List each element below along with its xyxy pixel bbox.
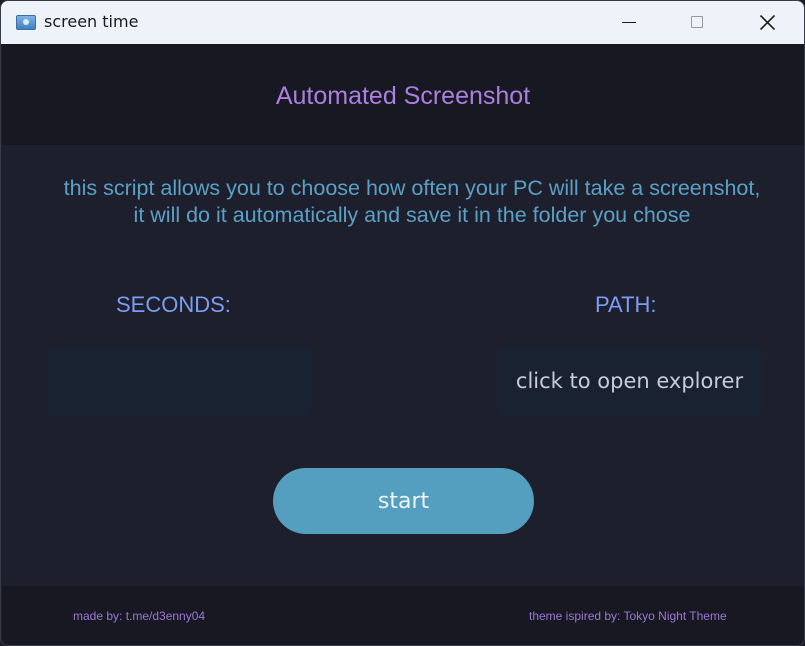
app-window-icon [16,15,36,30]
main-panel: this script allows you to choose how oft… [2,145,804,586]
seconds-input[interactable] [47,346,311,416]
author-credit: made by: t.me/d3enny04 [73,609,206,623]
page-title: Automated Screenshot [275,82,531,110]
close-button[interactable] [733,1,801,44]
footer: made by: t.me/d3enny04 theme ispired by:… [2,586,804,645]
title-bar[interactable]: screen time [1,1,804,44]
seconds-label: SECONDS: [116,292,231,317]
start-button[interactable]: start [273,468,534,534]
app-window: screen time Automated Screenshot this sc… [0,0,805,646]
window-title: screen time [44,12,139,31]
header: Automated Screenshot [2,44,804,145]
open-explorer-label: click to open explorer [515,369,744,393]
start-button-label: start [377,488,430,514]
open-explorer-button[interactable]: click to open explorer [497,346,762,416]
description-text: this script allows you to choose how oft… [63,176,761,227]
maximize-button[interactable] [663,1,731,44]
theme-credit: theme ispired by: Tokyo Night Theme [529,609,727,623]
minimize-button[interactable] [595,1,663,44]
path-label: PATH: [595,292,657,317]
close-icon [760,15,775,30]
